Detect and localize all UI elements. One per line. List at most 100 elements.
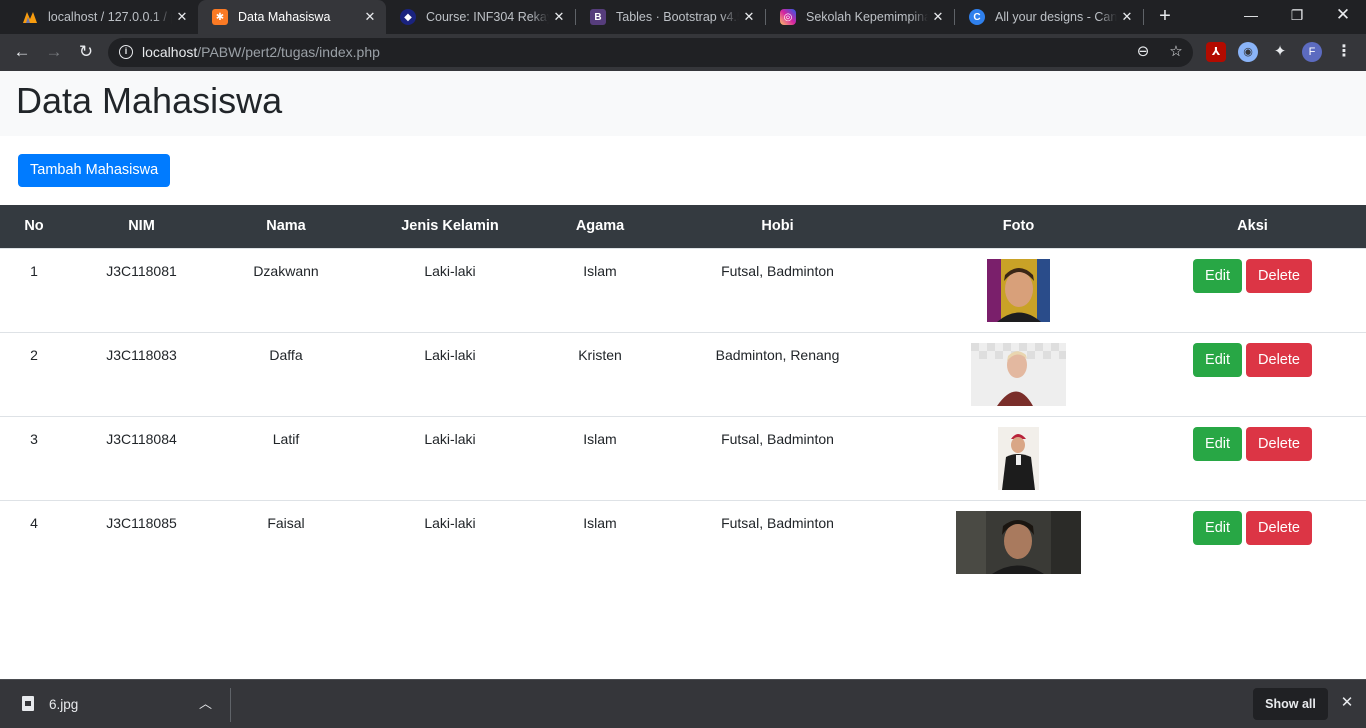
close-shelf-icon[interactable]: ✕	[1337, 693, 1357, 711]
column-header-jenis-kelamin: Jenis Kelamin	[357, 205, 543, 248]
download-shelf: 6.jpg ︿ Show all ✕	[0, 679, 1366, 728]
download-file-name[interactable]: 6.jpg	[49, 697, 78, 712]
delete-button[interactable]: Delete	[1246, 510, 1312, 545]
chevron-up-icon[interactable]: ︿	[199, 693, 212, 712]
extension-icon[interactable]: ◉	[1238, 42, 1258, 62]
cell-no: 1	[0, 247, 68, 332]
cell-foto	[898, 415, 1139, 500]
forward-icon[interactable]: →	[40, 38, 68, 66]
bootstrap-icon: B	[590, 9, 606, 25]
site-info-icon[interactable]: i	[119, 45, 133, 59]
cell-jenis-kelamin: Laki-laki	[357, 499, 543, 584]
moodle-icon: ◆	[400, 9, 416, 25]
window-close-icon[interactable]: ✕	[1320, 0, 1366, 34]
column-header-agama: Agama	[543, 205, 657, 248]
minimize-icon[interactable]: —	[1228, 0, 1274, 34]
column-header-aksi: Aksi	[1139, 205, 1366, 248]
tab-title: Data Mahasiswa	[238, 10, 331, 24]
tab-data-mahasiswa[interactable]: ✱ Data Mahasiswa ✕	[198, 0, 386, 34]
cell-nama: Dzakwann	[215, 247, 357, 332]
cell-hobi: Futsal, Badminton	[657, 499, 898, 584]
cell-nim: J3C118084	[68, 415, 215, 500]
table-row: 1 J3C118081 Dzakwann Laki-laki Islam Fut…	[0, 247, 1366, 332]
tab-close-icon[interactable]: ✕	[360, 9, 380, 25]
delete-button[interactable]: Delete	[1246, 342, 1312, 377]
shelf-divider	[230, 688, 231, 722]
table-header-row: No NIM Nama Jenis Kelamin Agama Hobi Fot…	[0, 205, 1366, 248]
student-photo	[987, 258, 1050, 322]
student-photo	[971, 342, 1066, 406]
reload-icon[interactable]: ↻	[72, 38, 100, 66]
tab-close-icon[interactable]: ✕	[928, 9, 948, 25]
cell-nama: Faisal	[215, 499, 357, 584]
back-icon[interactable]: ←	[8, 38, 36, 66]
cell-aksi: Edit Delete	[1139, 331, 1366, 416]
cell-jenis-kelamin: Laki-laki	[357, 247, 543, 332]
tab-bootstrap-tables[interactable]: B Tables · Bootstrap v4.5 ✕	[576, 0, 765, 34]
add-student-button[interactable]: Tambah Mahasiswa	[18, 154, 171, 187]
page-content: Data Mahasiswa Tambah Mahasiswa No NIM N…	[0, 71, 1366, 679]
delete-button[interactable]: Delete	[1246, 426, 1312, 461]
cell-nama: Latif	[215, 415, 357, 500]
student-photo	[956, 510, 1081, 574]
canva-icon: C	[969, 9, 985, 25]
tab-title: Tables · Bootstrap v4.5	[616, 10, 739, 24]
restore-icon[interactable]: ❐	[1274, 0, 1320, 34]
cell-agama: Kristen	[543, 331, 657, 416]
cell-aksi: Edit Delete	[1139, 247, 1366, 332]
edit-button[interactable]: Edit	[1193, 342, 1243, 377]
column-header-foto: Foto	[898, 205, 1139, 248]
cell-jenis-kelamin: Laki-laki	[357, 331, 543, 416]
page-header: Data Mahasiswa	[0, 71, 1366, 136]
cell-no: 2	[0, 331, 68, 416]
tab-canva[interactable]: C All your designs - Canva ✕	[955, 0, 1143, 34]
address-bar[interactable]: i localhost/PABW/pert2/tugas/index.php ⊖…	[108, 38, 1193, 67]
student-table: No NIM Nama Jenis Kelamin Agama Hobi Fot…	[0, 205, 1366, 584]
student-photo	[998, 426, 1039, 490]
tab-instagram[interactable]: ◎ Sekolah Kepemimpinan ✕	[766, 0, 954, 34]
cell-nama: Daffa	[215, 331, 357, 416]
edit-button[interactable]: Edit	[1193, 426, 1243, 461]
cell-foto	[898, 331, 1139, 416]
edit-button[interactable]: Edit	[1193, 258, 1243, 293]
tab-close-icon[interactable]: ✕	[739, 9, 759, 25]
profile-avatar[interactable]: F	[1302, 42, 1322, 62]
tab-title: localhost / 127.0.0.1 / p	[48, 10, 172, 24]
cell-nim: J3C118085	[68, 499, 215, 584]
url-text[interactable]: localhost/PABW/pert2/tugas/index.php	[142, 44, 380, 60]
extensions-puzzle-icon[interactable]: ✦	[1270, 42, 1290, 62]
cell-aksi: Edit Delete	[1139, 499, 1366, 584]
cell-foto	[898, 499, 1139, 584]
pdf-extension-icon[interactable]: ⅄	[1206, 42, 1226, 62]
browser-toolbar: ← → ↻ i localhost/PABW/pert2/tugas/index…	[0, 34, 1366, 71]
tab-phpmyadmin[interactable]: localhost / 127.0.0.1 / p ✕	[8, 0, 198, 34]
table-row: 2 J3C118083 Daffa Laki-laki Kristen Badm…	[0, 331, 1366, 416]
delete-button[interactable]: Delete	[1246, 258, 1312, 293]
cell-aksi: Edit Delete	[1139, 415, 1366, 500]
new-tab-icon[interactable]: +	[1154, 5, 1176, 29]
tab-title: Sekolah Kepemimpinan	[806, 10, 928, 24]
cell-no: 4	[0, 499, 68, 584]
tab-close-icon[interactable]: ✕	[549, 9, 569, 25]
tab-close-icon[interactable]: ✕	[172, 9, 192, 25]
browser-tab-strip: localhost / 127.0.0.1 / p ✕ ✱ Data Mahas…	[0, 0, 1366, 34]
file-icon	[22, 696, 34, 711]
cell-hobi: Futsal, Badminton	[657, 415, 898, 500]
cell-nim: J3C118081	[68, 247, 215, 332]
tab-title: All your designs - Canva	[995, 10, 1117, 24]
cell-hobi: Badminton, Renang	[657, 331, 898, 416]
zoom-icon[interactable]: ⊖	[1133, 42, 1153, 62]
menu-kebab-icon[interactable]: ⋮	[1334, 42, 1354, 62]
tab-course-inf304[interactable]: ◆ Course: INF304 Rekayasa ✕	[386, 0, 575, 34]
edit-button[interactable]: Edit	[1193, 510, 1243, 545]
xampp-icon: ✱	[212, 9, 228, 25]
cell-agama: Islam	[543, 415, 657, 500]
cell-agama: Islam	[543, 499, 657, 584]
column-header-no: No	[0, 205, 68, 248]
show-all-button[interactable]: Show all	[1253, 688, 1328, 720]
bookmark-star-icon[interactable]: ☆	[1166, 42, 1186, 62]
tab-title: Course: INF304 Rekayasa	[426, 10, 549, 24]
tab-close-icon[interactable]: ✕	[1117, 9, 1137, 25]
page-title: Data Mahasiswa	[16, 80, 283, 121]
column-header-hobi: Hobi	[657, 205, 898, 248]
